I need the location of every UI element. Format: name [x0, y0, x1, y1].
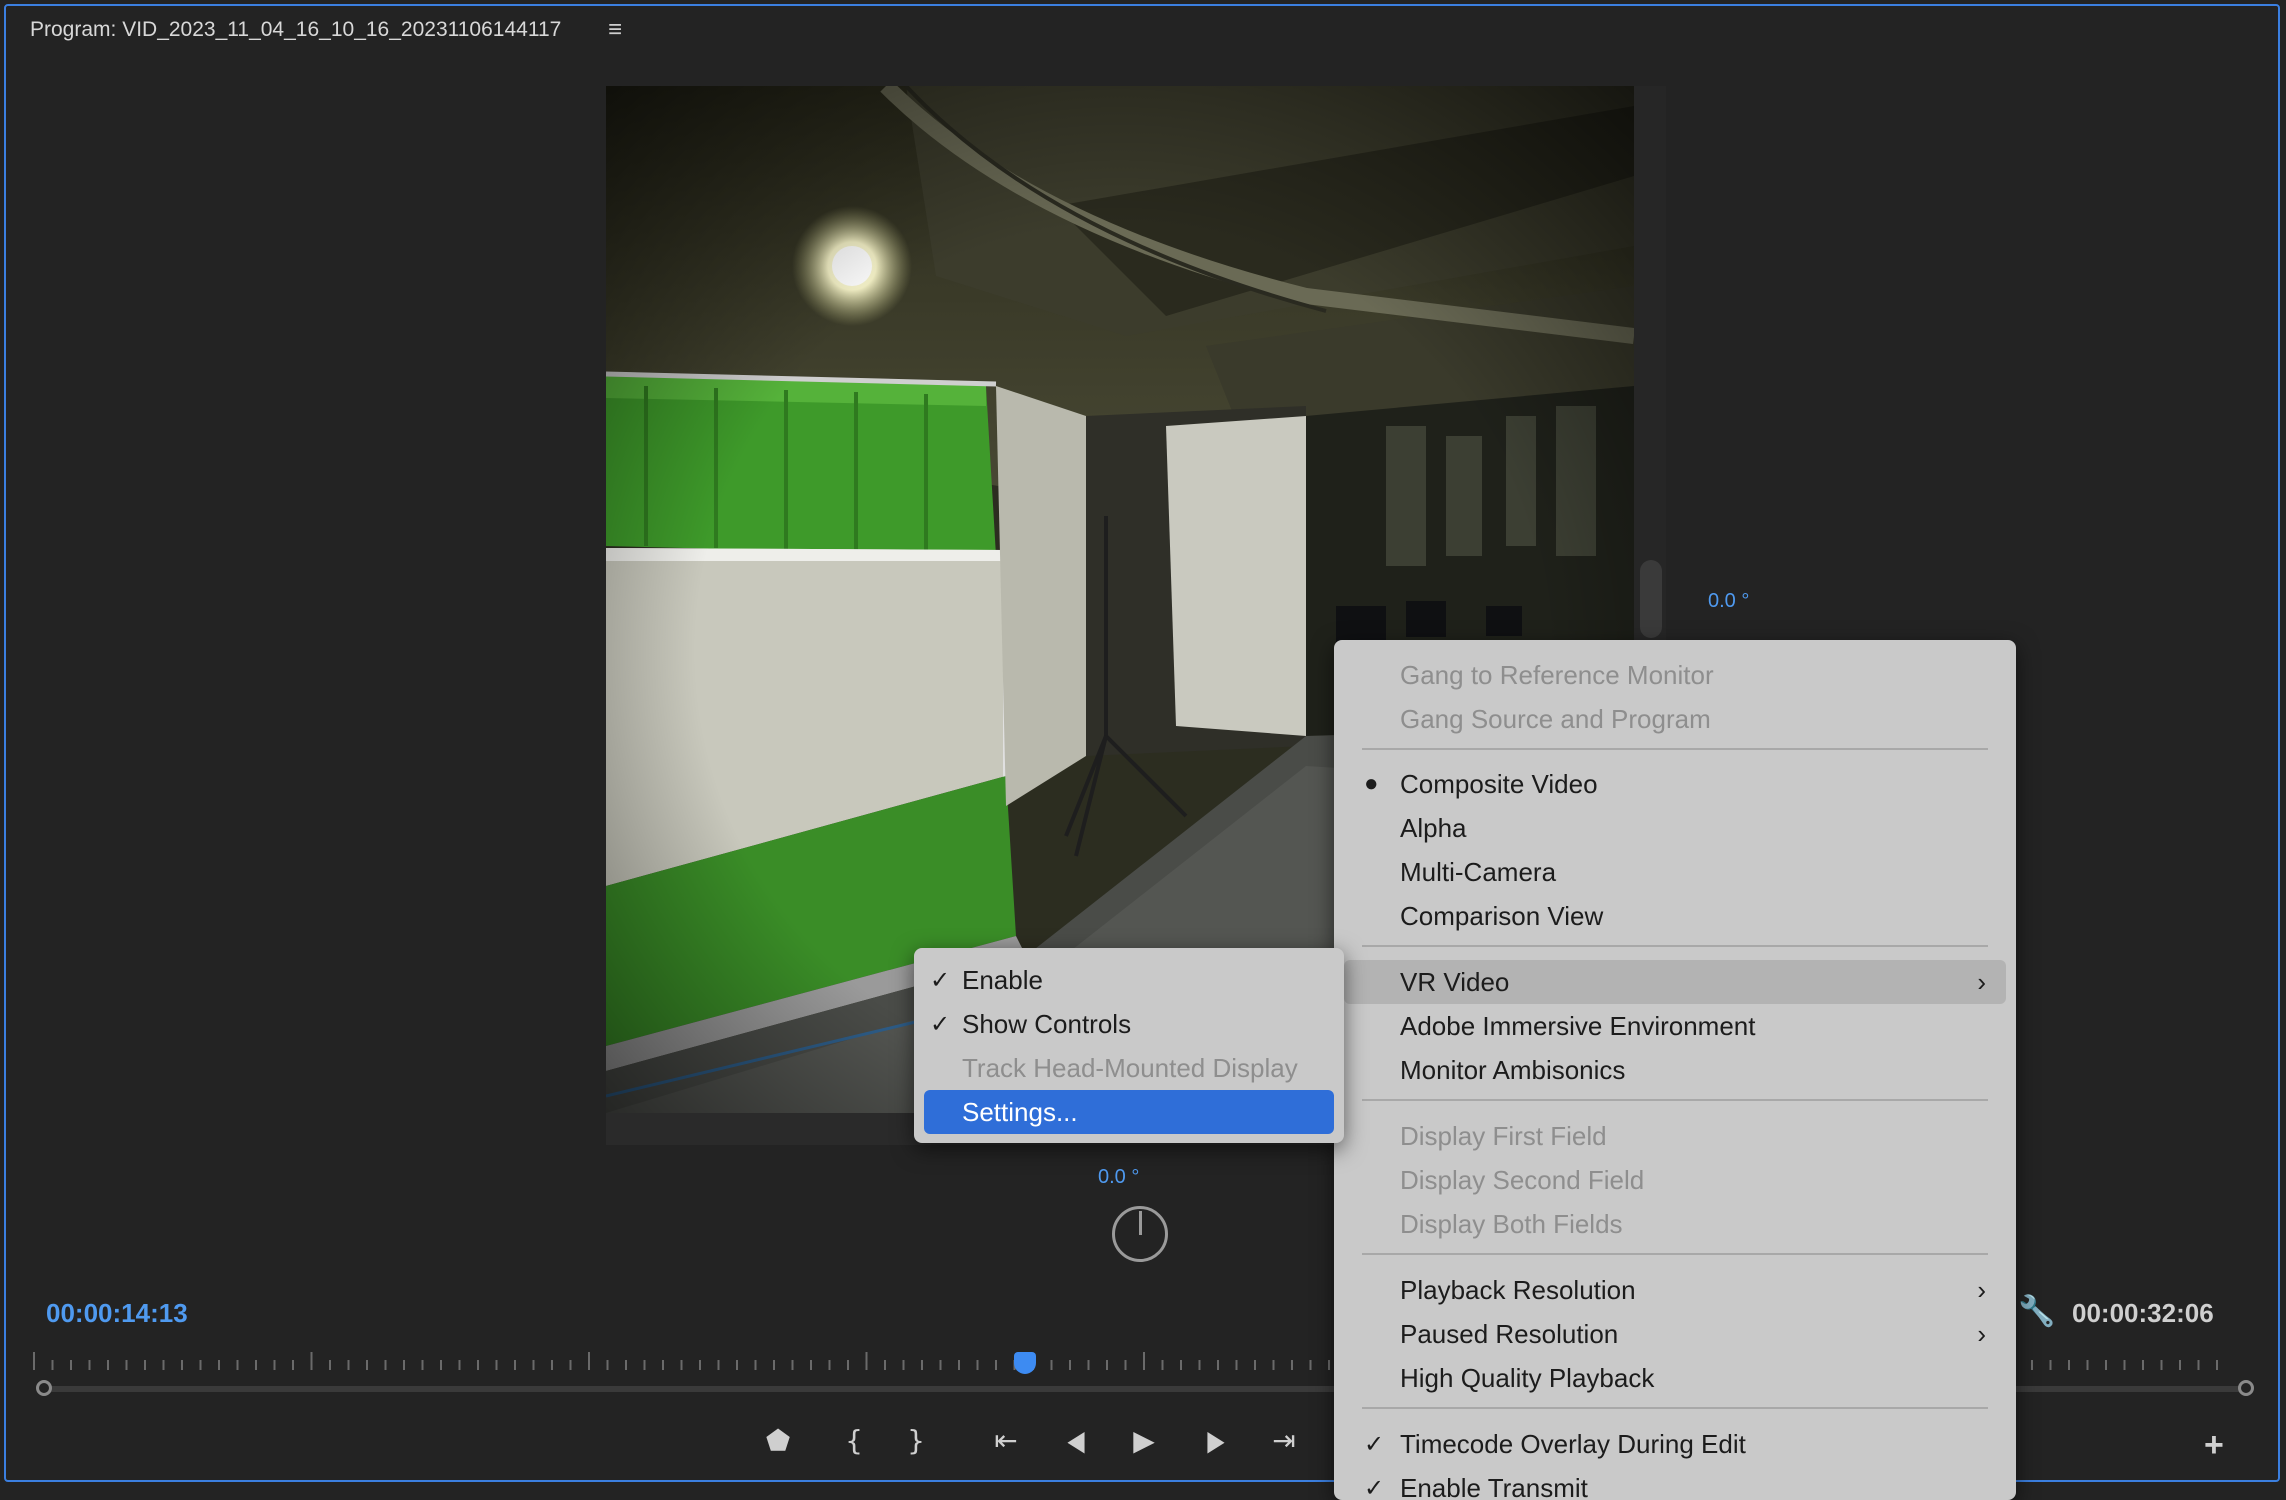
menu-item-display-both-fields: Display Both Fields [1334, 1202, 2016, 1246]
menu-item-playback-resolution[interactable]: Playback Resolution› [1334, 1268, 2016, 1312]
menu-separator [1362, 1407, 1988, 1409]
menu-item-adobe-immersive[interactable]: Adobe Immersive Environment [1334, 1004, 2016, 1048]
submenu-item-settings[interactable]: Settings... [924, 1090, 1334, 1134]
add-marker-button[interactable]: ⬟ [758, 1422, 798, 1458]
vertical-angle-readout: 0.0 ° [1708, 590, 1749, 613]
step-back-button[interactable]: ◀ [1060, 1422, 1092, 1458]
menu-item-alpha[interactable]: Alpha [1334, 806, 2016, 850]
chevron-right-icon: › [1977, 967, 1986, 998]
horizontal-angle-readout: 0.0 ° [1098, 1166, 1139, 1189]
track-end-handle[interactable] [2238, 1380, 2254, 1396]
go-to-out-button[interactable]: ⇥ [1264, 1422, 1304, 1458]
submenu-item-enable[interactable]: ✓Enable [914, 958, 1344, 1002]
menu-item-display-second-field: Display Second Field [1334, 1158, 2016, 1202]
mark-in-button[interactable]: { [834, 1422, 874, 1458]
monitor-context-menu: Gang to Reference Monitor Gang Source an… [1334, 640, 2016, 1500]
rotation-dial-icon[interactable] [1112, 1206, 1168, 1262]
vertical-rotation-handle[interactable] [1640, 560, 1662, 638]
chevron-right-icon: › [1977, 1319, 1986, 1350]
go-to-in-button[interactable]: ⇤ [986, 1422, 1026, 1458]
menu-item-timecode-overlay[interactable]: ✓Timecode Overlay During Edit [1334, 1422, 2016, 1466]
submenu-item-show-controls[interactable]: ✓Show Controls [914, 1002, 1344, 1046]
menu-item-paused-resolution[interactable]: Paused Resolution› [1334, 1312, 2016, 1356]
menu-item-vr-video[interactable]: VR Video› [1344, 960, 2006, 1004]
menu-item-gang-source-program: Gang Source and Program [1334, 697, 2016, 741]
panel-menu-icon[interactable]: ≡ [608, 16, 622, 44]
checkmark-icon: ✓ [1364, 1474, 1384, 1500]
menu-item-display-first-field: Display First Field [1334, 1114, 2016, 1158]
checkmark-icon: ✓ [930, 966, 950, 995]
menu-item-enable-transmit[interactable]: ✓Enable Transmit [1334, 1466, 2016, 1500]
wrench-settings-icon[interactable]: 🔧 [2018, 1294, 2055, 1329]
vr-video-submenu: ✓Enable ✓Show Controls Track Head-Mounte… [914, 948, 1344, 1143]
menu-separator [1362, 945, 1988, 947]
menu-item-multi-camera[interactable]: Multi-Camera [1334, 850, 2016, 894]
button-editor-plus-icon[interactable]: + [2204, 1426, 2224, 1465]
step-forward-button[interactable]: ▶ [1200, 1422, 1232, 1458]
duration-timecode: 00:00:32:06 [2072, 1298, 2214, 1329]
play-button[interactable]: ▶ [1124, 1422, 1164, 1458]
menu-separator [1362, 748, 1988, 750]
menu-item-composite-video[interactable]: ●Composite Video [1334, 762, 2016, 806]
menu-item-comparison-view[interactable]: Comparison View [1334, 894, 2016, 938]
submenu-item-track-hmd: Track Head-Mounted Display [914, 1046, 1344, 1090]
playhead[interactable] [1014, 1352, 1036, 1374]
radio-dot-icon: ● [1364, 770, 1379, 798]
checkmark-icon: ✓ [930, 1010, 950, 1039]
current-timecode[interactable]: 00:00:14:13 [46, 1298, 188, 1329]
menu-item-high-quality-playback[interactable]: High Quality Playback [1334, 1356, 2016, 1400]
panel-title[interactable]: Program: VID_2023_11_04_16_10_16_2023110… [30, 18, 561, 42]
track-start-handle[interactable] [36, 1380, 52, 1396]
menu-separator [1362, 1099, 1988, 1101]
mark-out-button[interactable]: } [896, 1422, 936, 1458]
menu-item-monitor-ambisonics[interactable]: Monitor Ambisonics [1334, 1048, 2016, 1092]
chevron-right-icon: › [1977, 1275, 1986, 1306]
menu-separator [1362, 1253, 1988, 1255]
checkmark-icon: ✓ [1364, 1430, 1384, 1459]
menu-item-gang-reference: Gang to Reference Monitor [1334, 653, 2016, 697]
